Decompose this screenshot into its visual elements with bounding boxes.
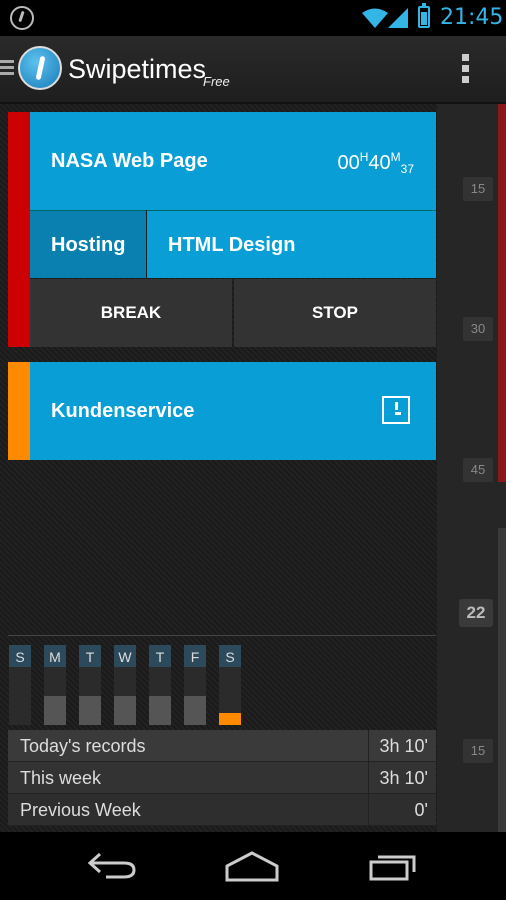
break-button[interactable]: BREAK bbox=[30, 279, 232, 347]
task-header[interactable]: NASA Web Page 00H40M37 bbox=[30, 112, 436, 210]
day-bar-fill bbox=[114, 696, 136, 725]
timer-minutes-unit: M bbox=[390, 150, 401, 164]
active-task-card[interactable]: NASA Web Page 00H40M37 Hosting HTML Desi… bbox=[8, 112, 436, 347]
tag-html-design[interactable]: HTML Design bbox=[147, 210, 436, 278]
day-label: M bbox=[44, 645, 66, 669]
timer-hours: 00 bbox=[337, 152, 360, 174]
drawer-icon[interactable] bbox=[0, 60, 14, 76]
day-bar bbox=[79, 667, 101, 725]
day-bar bbox=[44, 667, 66, 725]
task-title: Kundenservice bbox=[51, 400, 195, 422]
battery-icon bbox=[418, 3, 430, 28]
day-bar-fill bbox=[149, 696, 171, 725]
status-bar: 21:45 bbox=[0, 0, 506, 36]
signal-icon bbox=[388, 8, 408, 28]
clock: 21:45 bbox=[440, 5, 504, 30]
timeline-tick: 30 bbox=[463, 317, 493, 341]
tag-label: Hosting bbox=[51, 234, 126, 256]
records-row: This week 3h 10' bbox=[8, 762, 436, 794]
task-color-stripe bbox=[8, 112, 30, 347]
day-column[interactable]: T bbox=[79, 645, 101, 725]
start-task-icon[interactable] bbox=[382, 396, 410, 424]
back-icon[interactable] bbox=[86, 850, 138, 880]
timeline-hour: 22 bbox=[459, 599, 493, 627]
app-edition: Free bbox=[203, 74, 230, 89]
timeline-tick: 15 bbox=[463, 177, 493, 201]
day-column[interactable]: M bbox=[44, 645, 66, 725]
timeline-scroll-bar bbox=[498, 528, 506, 832]
day-column[interactable]: S bbox=[9, 645, 31, 725]
records-value: 0' bbox=[414, 800, 428, 820]
day-label: T bbox=[149, 645, 171, 669]
recent-apps-icon[interactable] bbox=[368, 850, 420, 882]
day-label: W bbox=[114, 645, 136, 669]
app-title: Swipetimes bbox=[68, 54, 207, 84]
records-table: Today's records 3h 10' This week 3h 10' … bbox=[8, 730, 436, 826]
tag-hosting[interactable]: Hosting bbox=[30, 210, 146, 278]
day-column[interactable]: F bbox=[184, 645, 206, 725]
day-label: S bbox=[9, 645, 31, 669]
day-column[interactable]: W bbox=[114, 645, 136, 725]
stop-button[interactable]: STOP bbox=[234, 279, 436, 347]
day-bar-fill bbox=[219, 713, 241, 725]
records-value: 3h 10' bbox=[379, 736, 428, 756]
records-row: Today's records 3h 10' bbox=[8, 730, 436, 762]
wifi-icon bbox=[362, 8, 388, 28]
day-bar bbox=[184, 667, 206, 725]
day-label: T bbox=[79, 645, 101, 669]
tag-label: HTML Design bbox=[168, 234, 296, 256]
action-bar: Swipetimes Free bbox=[0, 36, 506, 104]
records-label: Previous Week bbox=[20, 800, 141, 820]
day-bar bbox=[114, 667, 136, 725]
home-icon[interactable] bbox=[224, 850, 280, 882]
day-column[interactable]: S bbox=[219, 645, 241, 725]
timer-seconds: 37 bbox=[400, 162, 414, 176]
divider bbox=[8, 635, 436, 636]
records-label: This week bbox=[20, 768, 102, 788]
sync-icon bbox=[10, 6, 34, 30]
task-body[interactable]: Kundenservice bbox=[30, 362, 436, 460]
timer-minutes: 40 bbox=[368, 152, 391, 174]
task-title: NASA Web Page bbox=[51, 150, 208, 172]
records-row: Previous Week 0' bbox=[8, 794, 436, 826]
timeline-tick: 45 bbox=[463, 458, 493, 482]
day-bar bbox=[9, 667, 31, 725]
records-value: 3h 10' bbox=[379, 768, 428, 788]
timeline-active-bar bbox=[498, 104, 506, 482]
overflow-menu-icon[interactable] bbox=[462, 54, 470, 86]
timeline-tick: 15 bbox=[463, 739, 493, 763]
day-column[interactable]: T bbox=[149, 645, 171, 725]
day-bar-fill bbox=[79, 696, 101, 725]
day-label: F bbox=[184, 645, 206, 669]
task-color-stripe bbox=[8, 362, 30, 460]
day-bar-fill bbox=[184, 696, 206, 725]
navigation-bar bbox=[0, 832, 506, 900]
day-label: S bbox=[219, 645, 241, 669]
task-card[interactable]: Kundenservice bbox=[8, 362, 436, 460]
records-label: Today's records bbox=[20, 736, 146, 756]
task-timer: 00H40M37 bbox=[337, 150, 414, 176]
day-bar bbox=[219, 667, 241, 725]
app-logo-icon[interactable] bbox=[18, 46, 62, 90]
day-bar bbox=[149, 667, 171, 725]
day-bar-fill bbox=[44, 696, 66, 725]
